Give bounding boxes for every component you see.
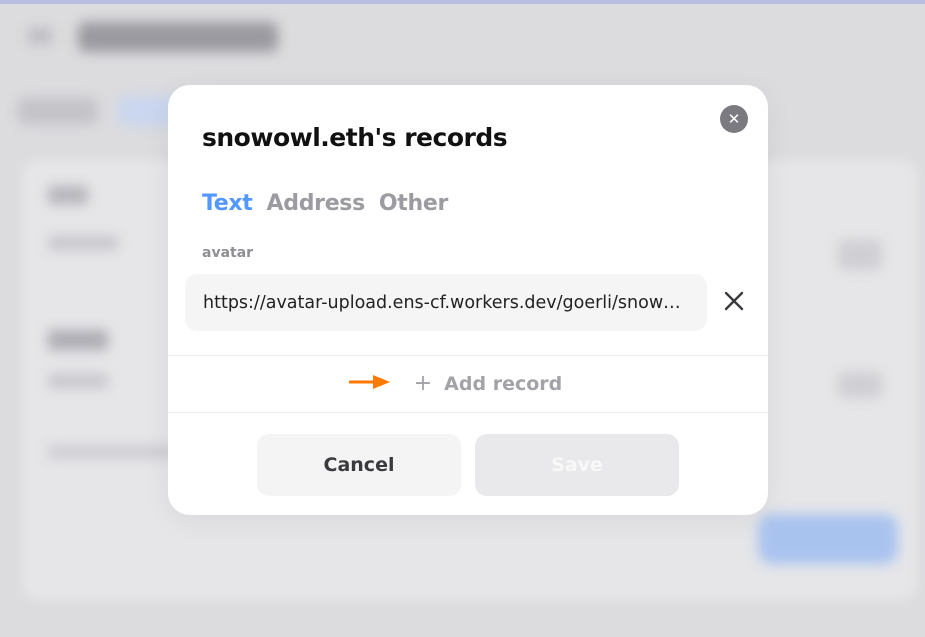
modal-title: snowowl.eth's records xyxy=(202,123,508,152)
background-back-arrow xyxy=(28,28,52,44)
background-text xyxy=(48,186,88,204)
background-text xyxy=(48,330,108,350)
close-button[interactable]: ✕ xyxy=(720,105,748,133)
tab-address[interactable]: Address xyxy=(267,191,366,216)
background-tab xyxy=(18,98,98,124)
record-value-text: https://avatar-upload.ens-cf.workers.dev… xyxy=(203,292,691,313)
background-title xyxy=(78,22,278,52)
tab-other[interactable]: Other xyxy=(379,191,448,216)
cancel-button[interactable]: Cancel xyxy=(257,434,461,496)
record-type-tabs: Text Address Other xyxy=(202,191,448,216)
remove-record-button[interactable] xyxy=(721,288,747,314)
plus-icon: + xyxy=(413,371,433,396)
record-value-input[interactable]: https://avatar-upload.ens-cf.workers.dev… xyxy=(185,274,707,331)
records-modal: ✕ snowowl.eth's records Text Address Oth… xyxy=(168,85,768,515)
background-text xyxy=(48,236,118,250)
background-text xyxy=(48,374,108,388)
background-button xyxy=(838,372,882,398)
save-button[interactable]: Save xyxy=(475,434,679,496)
x-icon xyxy=(724,291,744,311)
close-icon: ✕ xyxy=(727,110,741,128)
add-record-button[interactable]: + Add record xyxy=(168,355,768,413)
add-record-label: Add record xyxy=(444,373,563,395)
background-text xyxy=(48,446,178,458)
background-primary-button xyxy=(758,514,898,564)
background-button xyxy=(838,240,882,270)
background-top-bar xyxy=(0,0,925,4)
annotation-arrow-icon xyxy=(349,375,390,389)
tab-text[interactable]: Text xyxy=(202,191,253,216)
record-key-label: avatar xyxy=(202,245,254,261)
